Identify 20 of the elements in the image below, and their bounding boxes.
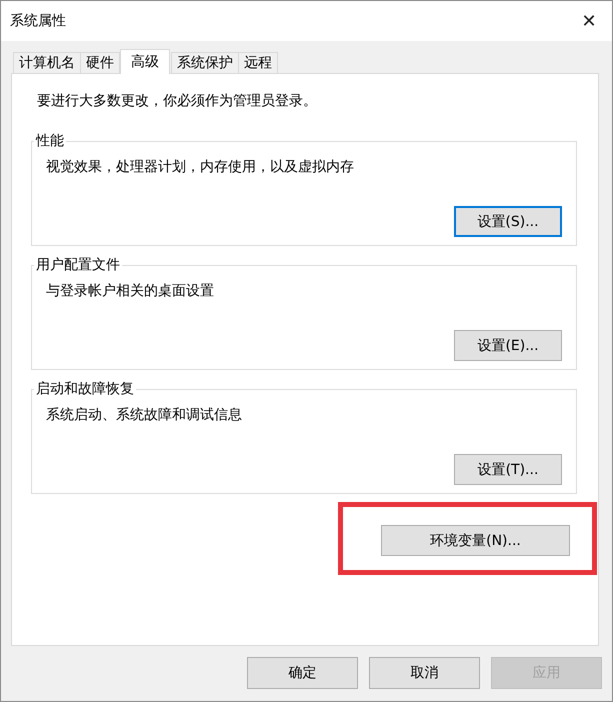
close-button[interactable]: ✕	[566, 1, 612, 41]
group-title: 性能	[34, 132, 65, 150]
group-title: 启动和故障恢复	[35, 380, 135, 398]
notice-text: 要进行大多数更改，你必须作为管理员登录。	[37, 92, 318, 111]
dialog-button[interactable]: 确定	[247, 657, 358, 689]
settings-button[interactable]: 设置(E)...	[454, 330, 562, 361]
environment-variables-button[interactable]: 环境变量(N)...	[381, 525, 570, 556]
group-description: 视觉效果，处理器计划，内存使用，以及虚拟内存	[46, 158, 355, 176]
group-description: 与登录帐户相关的桌面设置	[46, 282, 215, 300]
window-title: 系统属性	[10, 12, 66, 30]
group-title: 用户配置文件	[35, 256, 121, 274]
tab[interactable]: 计算机名	[13, 52, 81, 73]
tab[interactable]: 高级	[120, 49, 170, 74]
settings-button[interactable]: 设置(S)...	[454, 206, 562, 237]
tab[interactable]: 远程	[238, 52, 278, 73]
group-description: 系统启动、系统故障和调试信息	[46, 406, 243, 424]
settings-button[interactable]: 设置(T)...	[454, 454, 562, 485]
tab[interactable]: 系统保护	[171, 52, 239, 73]
dialog-button[interactable]: 取消	[369, 657, 480, 689]
tab[interactable]: 硬件	[80, 52, 120, 73]
